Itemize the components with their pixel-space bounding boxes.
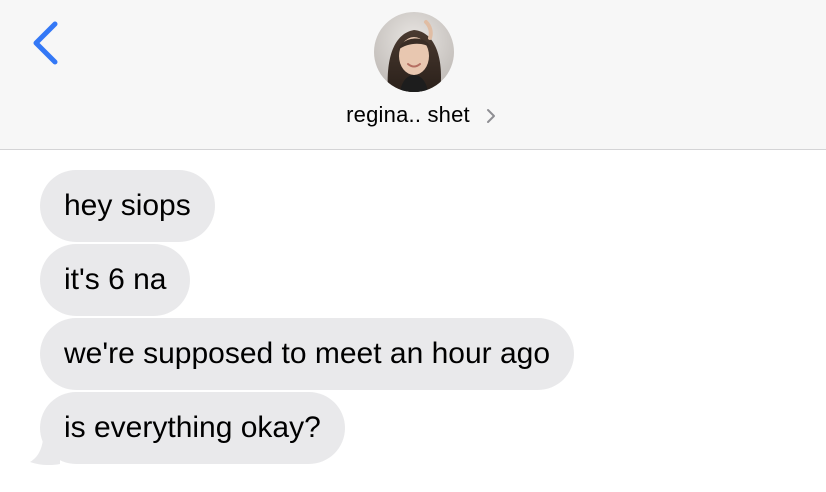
chevron-left-icon bbox=[33, 21, 58, 65]
message-bubble[interactable]: hey siops bbox=[40, 170, 215, 242]
conversation-header: regina.. shet bbox=[0, 0, 826, 150]
message-text: hey siops bbox=[64, 189, 191, 222]
bubble-tail bbox=[30, 424, 60, 466]
message-bubble[interactable]: we're supposed to meet an hour ago bbox=[40, 318, 575, 390]
avatar[interactable] bbox=[374, 12, 454, 92]
contact-name: regina.. shet bbox=[346, 102, 470, 127]
message-bubble[interactable]: is everything okay? bbox=[40, 392, 345, 464]
message-text: is everything okay? bbox=[64, 411, 321, 444]
message-text: we're supposed to meet an hour ago bbox=[64, 337, 551, 370]
chevron-right-icon bbox=[486, 109, 495, 123]
contact-info-button[interactable]: regina.. shet bbox=[0, 100, 826, 130]
message-text: it's 6 na bbox=[64, 263, 167, 296]
message-list: hey siops it's 6 na we're supposed to me… bbox=[0, 150, 826, 492]
contact-photo bbox=[374, 12, 454, 92]
back-button[interactable] bbox=[26, 20, 70, 70]
message-bubble[interactable]: it's 6 na bbox=[40, 244, 191, 316]
